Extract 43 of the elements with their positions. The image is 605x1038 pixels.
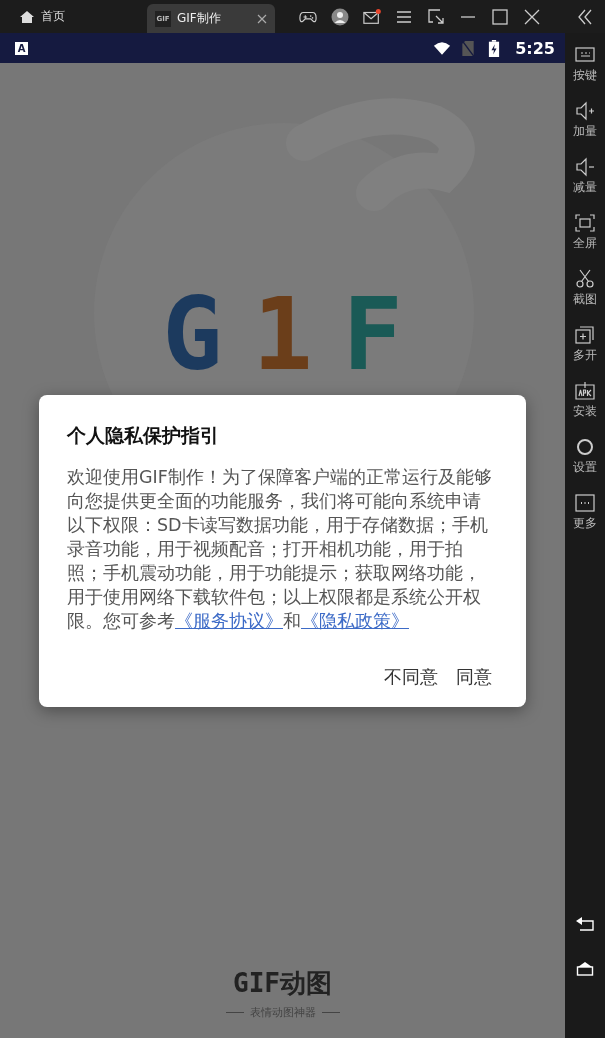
sidebar-tool-icon <box>574 157 596 177</box>
policy-link[interactable]: 《隐私政策》 <box>301 611 409 631</box>
sidebar-item[interactable]: 减量 <box>573 157 597 213</box>
sidebar-item[interactable]: 更多 <box>573 493 597 549</box>
home-icon <box>19 8 35 25</box>
dialog-message: 欢迎使用GIF制作！为了保障客户端的正常运行及能够向您提供更全面的功能服务，我们将可能向系统申请以下权限：SD卡读写数据功能，用于存储数据；手机录音功能，用于视频配音；打开相机功能，用于拍照；手机震动功能，用于功能提示；获取网络功能，用于使用网络下载软件包；以上权限都是系统公开权限。您可参考《服务协议》和《隐私政策》 <box>67 466 493 633</box>
collapse-icon[interactable] <box>576 7 594 26</box>
wifi-icon <box>433 39 452 57</box>
close-icon[interactable] <box>523 7 541 26</box>
sidebar-item[interactable]: 加量 <box>573 101 597 157</box>
dialog-button[interactable]: 同意 <box>450 661 498 693</box>
sidebar-item[interactable]: 按键 <box>573 45 597 101</box>
sidebar-tool-icon <box>574 101 596 121</box>
input-indicator: A <box>15 41 28 55</box>
sidebar-item[interactable]: 设置 <box>573 437 597 493</box>
logo-letter: 1 <box>252 285 313 385</box>
sidebar-tool-icon <box>574 325 596 345</box>
sidebar-item[interactable]: 全屏 <box>573 213 597 269</box>
dialog-button[interactable]: 不同意 <box>378 661 444 693</box>
mail-icon[interactable] <box>363 7 381 26</box>
resize-icon[interactable] <box>427 7 445 26</box>
sidebar-tool-icon <box>574 269 596 289</box>
logo-letter: F <box>342 285 403 385</box>
policy-link[interactable]: 《服务协议》 <box>175 611 283 631</box>
dialog-title: 个人隐私保护指引 <box>67 423 220 448</box>
home-tab-label: 首页 <box>41 8 65 25</box>
sidebar-item[interactable]: 安装 <box>573 381 597 437</box>
sidebar-tool-icon <box>574 45 596 65</box>
home-nav-icon[interactable] <box>574 960 596 976</box>
app-name: GIF动图 <box>233 967 332 1000</box>
back-icon[interactable] <box>574 916 596 932</box>
maximize-icon[interactable] <box>491 7 509 26</box>
avatar-icon[interactable] <box>331 7 349 26</box>
sidebar-tool-icon <box>574 437 596 457</box>
sidebar-item[interactable]: 截图 <box>573 269 597 325</box>
clock: 5:25 <box>515 38 555 58</box>
close-tab-icon[interactable] <box>257 13 267 24</box>
sidebar-tool-icon <box>574 213 596 233</box>
logo-letter: G <box>162 285 223 385</box>
home-tab[interactable]: 首页 <box>0 0 137 33</box>
sidebar-tool-icon <box>574 493 596 513</box>
sidebar-tool-icon <box>574 381 596 401</box>
sidebar-item[interactable]: 多开 <box>573 325 597 381</box>
